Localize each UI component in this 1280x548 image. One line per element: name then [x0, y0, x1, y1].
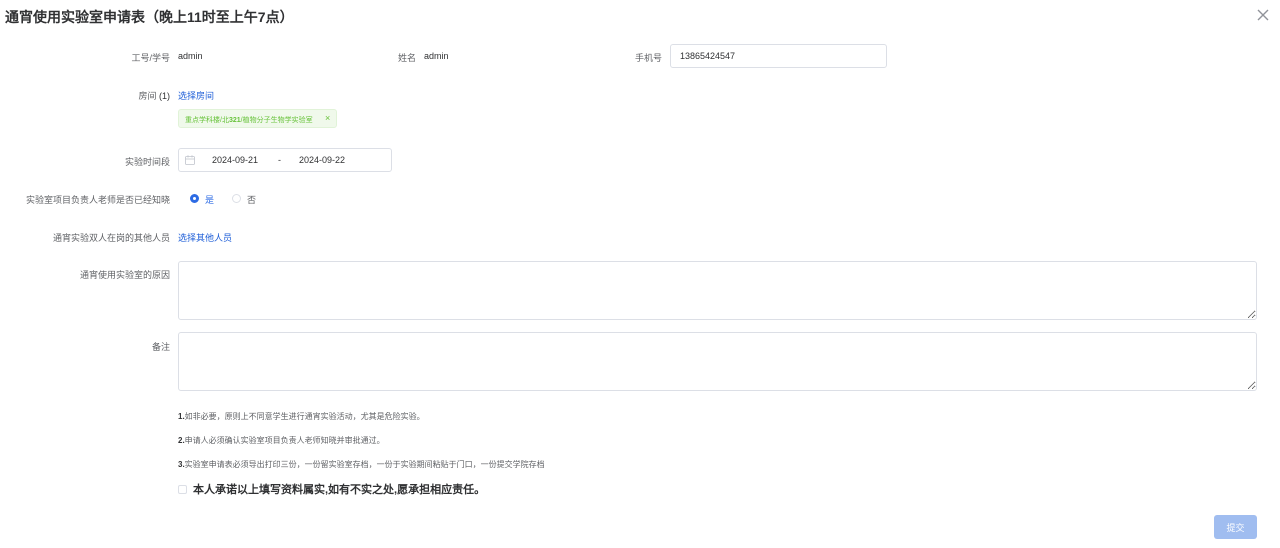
- id-label: 工号/学号: [131, 53, 170, 63]
- start-date[interactable]: 2024-09-21: [212, 155, 258, 165]
- remark-textarea[interactable]: [178, 332, 1257, 391]
- note-2-num: 2.: [178, 436, 185, 445]
- reason-label: 通宵使用实验室的原因: [79, 270, 170, 280]
- room-tag-text: 重点学科楼/北321/植物分子生物学实验室: [185, 115, 313, 125]
- night-lab-application-dialog: 通宵使用实验室申请表（晚上11时至上午7点） 工号/学号 admin 姓名 ad…: [0, 0, 1280, 548]
- dialog-title: 通宵使用实验室申请表（晚上11时至上午7点）: [5, 9, 294, 25]
- close-icon[interactable]: [1256, 8, 1270, 22]
- note-3-text: 实验室申请表必须导出打印三份，一份留实验室存档，一份于实验期间粘贴于门口，一份提…: [184, 460, 545, 469]
- radio-checked-indicator: [190, 194, 199, 203]
- phone-label: 手机号: [634, 53, 662, 63]
- submit-button[interactable]: 提交: [1214, 515, 1257, 539]
- room-tag: 重点学科楼/北321/植物分子生物学实验室 ×: [178, 109, 337, 128]
- phone-input-value: 13865424547: [680, 51, 736, 61]
- aware-yes-label: 是: [205, 195, 215, 205]
- agreement-text: 本人承诺以上填写资料属实,如有不实之处,愿承担相应责任。: [193, 484, 486, 496]
- room-count: (1): [159, 91, 170, 101]
- others-label: 通宵实验双人在岗的其他人员: [52, 233, 170, 243]
- date-range-picker[interactable]: 2024-09-21 - 2024-09-22: [178, 148, 392, 172]
- date-separator: -: [278, 155, 281, 165]
- aware-label: 实验室项目负责人老师是否已经知晓: [25, 195, 170, 205]
- name-value: admin: [424, 51, 449, 61]
- select-room-link[interactable]: 选择房间: [178, 89, 214, 102]
- note-1-num: 1.: [178, 412, 185, 421]
- room-tag-suffix: /植物分子生物学实验室: [240, 117, 313, 124]
- note-1-text: 如非必要，原则上不同意学生进行通宵实验活动，尤其是危险实验。: [184, 412, 425, 421]
- remark-label: 备注: [151, 342, 170, 352]
- note-3-num: 3.: [178, 460, 185, 469]
- id-value: admin: [178, 51, 203, 61]
- reason-textarea[interactable]: [178, 261, 1257, 320]
- room-label-text: 房间: [138, 91, 157, 101]
- note-3: 3.实验室申请表必须导出打印三份，一份留实验室存档，一份于实验期间粘贴于门口，一…: [178, 459, 545, 470]
- room-tag-close-icon[interactable]: ×: [325, 113, 330, 123]
- room-tag-prefix: 重点学科楼/北: [185, 117, 229, 124]
- radio-unchecked-indicator: [232, 194, 241, 203]
- room-label: 房间 (1): [138, 89, 170, 102]
- phone-input[interactable]: 13865424547: [670, 44, 887, 68]
- calendar-icon: [185, 155, 195, 165]
- note-2: 2.申请人必须确认实验室项目负责人老师知晓并审批通过。: [178, 435, 385, 446]
- end-date[interactable]: 2024-09-22: [299, 155, 345, 165]
- note-1: 1.如非必要，原则上不同意学生进行通宵实验活动，尤其是危险实验。: [178, 411, 425, 422]
- room-tag-number: 321: [228, 117, 241, 124]
- name-label: 姓名: [397, 53, 416, 63]
- select-others-link[interactable]: 选择其他人员: [178, 231, 232, 244]
- aware-no-label: 否: [247, 195, 257, 205]
- period-label: 实验时间段: [124, 157, 170, 167]
- note-2-text: 申请人必须确认实验室项目负责人老师知晓并审批通过。: [184, 436, 385, 445]
- agreement-checkbox[interactable]: [178, 485, 187, 494]
